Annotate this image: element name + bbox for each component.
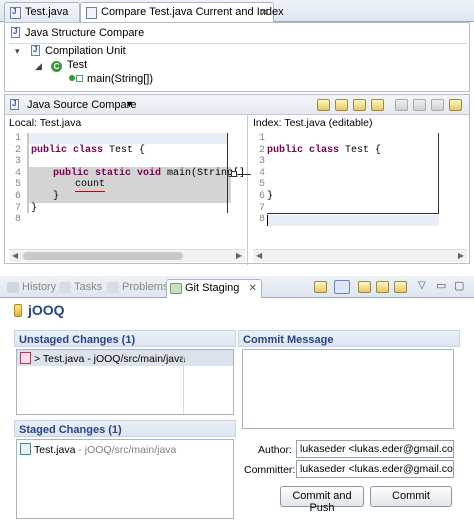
collapse-arrow-icon[interactable]: ◢ — [35, 61, 42, 72]
author-label: Author: — [258, 444, 292, 456]
java-file-icon — [31, 45, 40, 56]
tab-label: Compare Test.java Current and Index — [101, 6, 284, 18]
divider — [9, 43, 467, 44]
java-file-icon — [10, 7, 21, 19]
minimize-icon[interactable]: ▭ — [436, 279, 446, 292]
left-horizontal-scrollbar[interactable]: ◀ ▶ — [9, 249, 245, 262]
staged-changes-list[interactable]: Test.java - jOOQ/src/main/java — [16, 439, 234, 519]
right-pane-label: Index: Test.java (editable) — [253, 117, 373, 129]
git-staging-panel: jOOQ Unstaged Changes (1) > Test.java - … — [0, 298, 474, 524]
problems-icon — [107, 282, 119, 293]
tab-history[interactable]: History — [4, 279, 60, 297]
compare-mode-icon[interactable] — [376, 281, 389, 293]
refresh-icon[interactable] — [314, 281, 327, 293]
tab-tasks[interactable]: Tasks — [56, 279, 106, 297]
link-selection-icon[interactable] — [334, 280, 350, 294]
code-line-2: public class Test { — [267, 144, 382, 156]
select-repository-icon[interactable] — [358, 281, 371, 293]
previous-difference-icon[interactable] — [371, 99, 384, 111]
show-ancestor-icon[interactable] — [449, 99, 462, 111]
right-code-pane[interactable]: 1 2 3 4 5 6 7 8 public class Test { } — [253, 133, 439, 245]
tree-node-compilation-unit[interactable]: Compilation Unit — [31, 45, 126, 57]
git-staging-icon — [170, 283, 182, 294]
view-tab-bar: History Tasks Problems Git Staging ✕ ▽ ▭… — [0, 276, 474, 299]
diff-boundary — [227, 133, 228, 213]
unstaged-changes-header: Unstaged Changes (1) — [14, 330, 236, 347]
pane-divider — [247, 115, 248, 265]
source-compare-panel: Java Source Compare ▼ Local: Test.java I… — [4, 94, 470, 265]
tab-test-java[interactable]: Test.java — [4, 2, 80, 22]
maximize-icon[interactable]: ▢ — [454, 279, 464, 292]
ignore-whitespace-icon[interactable] — [431, 99, 444, 111]
list-item[interactable]: > Test.java - jOOQ/src/main/java — [20, 352, 185, 365]
code-line-2: public class Test { — [31, 144, 146, 156]
java-structure-icon — [11, 27, 20, 38]
close-icon[interactable]: ✕ — [260, 6, 269, 19]
tab-problems[interactable]: Problems — [104, 279, 172, 297]
code-line-4: public static void main(String[] — [53, 167, 246, 179]
left-line-numbers: 1 2 3 4 5 6 7 8 — [14, 133, 21, 226]
committer-label: Committer: — [244, 464, 296, 476]
modified-file-icon — [20, 352, 31, 364]
text-cursor — [267, 215, 268, 226]
commit-and-push-button[interactable]: Commit and Push — [280, 486, 364, 514]
author-field[interactable]: lukaseder <lukas.eder@gmail.com> — [296, 440, 454, 458]
right-line-numbers: 1 2 3 4 5 6 7 8 — [258, 133, 265, 226]
history-icon — [7, 282, 19, 293]
unstaged-changes-list[interactable]: > Test.java - jOOQ/src/main/java — [16, 349, 234, 415]
diff-connector-handle[interactable] — [231, 171, 237, 177]
repository-name: jOOQ — [28, 302, 65, 318]
source-compare-title: Java Source Compare — [27, 99, 137, 111]
code-line-7: } — [31, 202, 38, 214]
tab-git-staging[interactable]: Git Staging ✕ — [166, 279, 262, 299]
collapse-arrow-icon[interactable]: ▾ — [15, 46, 20, 57]
close-icon[interactable]: ✕ — [248, 283, 256, 294]
column-divider — [183, 350, 184, 414]
previous-change-icon[interactable] — [413, 99, 426, 111]
structure-compare-panel: Java Structure Compare ▾ Compilation Uni… — [4, 22, 470, 92]
method-icon — [69, 75, 75, 81]
staged-file-icon — [20, 443, 31, 455]
presentation-icon[interactable] — [394, 281, 407, 293]
next-change-icon[interactable] — [395, 99, 408, 111]
source-compare-header: Java Source Compare ▼ — [5, 95, 469, 115]
committer-field[interactable]: lukaseder <lukas.eder@gmail.com> — [296, 460, 454, 478]
compare-icon — [86, 7, 97, 19]
code-line-5: count — [75, 179, 106, 192]
view-menu-icon[interactable]: ▽ — [418, 280, 426, 291]
java-source-icon — [10, 99, 19, 110]
repository-icon — [14, 304, 22, 317]
class-icon: C — [51, 61, 62, 72]
code-line-6: } — [53, 191, 60, 202]
right-horizontal-scrollbar[interactable]: ◀ ▶ — [253, 249, 467, 262]
editor-tab-bar: Test.java Compare Test.java Current and … — [0, 0, 474, 23]
commit-message-header: Commit Message — [238, 330, 460, 347]
tree-node-main[interactable]: main(String[]) — [69, 73, 153, 85]
left-code-pane[interactable]: 1 2 3 4 5 6 7 8 public class Test { publ… — [9, 133, 245, 245]
tasks-icon — [59, 282, 71, 293]
code-line-7: } — [267, 191, 274, 202]
list-item[interactable]: Test.java - jOOQ/src/main/java — [20, 443, 176, 456]
structure-title: Java Structure Compare — [11, 27, 144, 39]
copy-all-left-to-right-icon[interactable] — [317, 99, 330, 111]
next-difference-icon[interactable] — [353, 99, 366, 111]
copy-left-to-right-icon[interactable] — [335, 99, 348, 111]
commit-message-input[interactable] — [242, 349, 454, 429]
tree-node-test[interactable]: C Test — [51, 59, 87, 72]
change-marker-icon — [76, 75, 83, 82]
tab-compare[interactable]: Compare Test.java Current and Index ✕ — [80, 2, 284, 23]
tab-label: Test.java — [25, 6, 69, 18]
left-pane-label: Local: Test.java — [9, 117, 82, 129]
dropdown-icon[interactable]: ▼ — [125, 99, 134, 109]
commit-button[interactable]: Commit — [370, 486, 452, 507]
staged-changes-header: Staged Changes (1) — [14, 420, 236, 437]
